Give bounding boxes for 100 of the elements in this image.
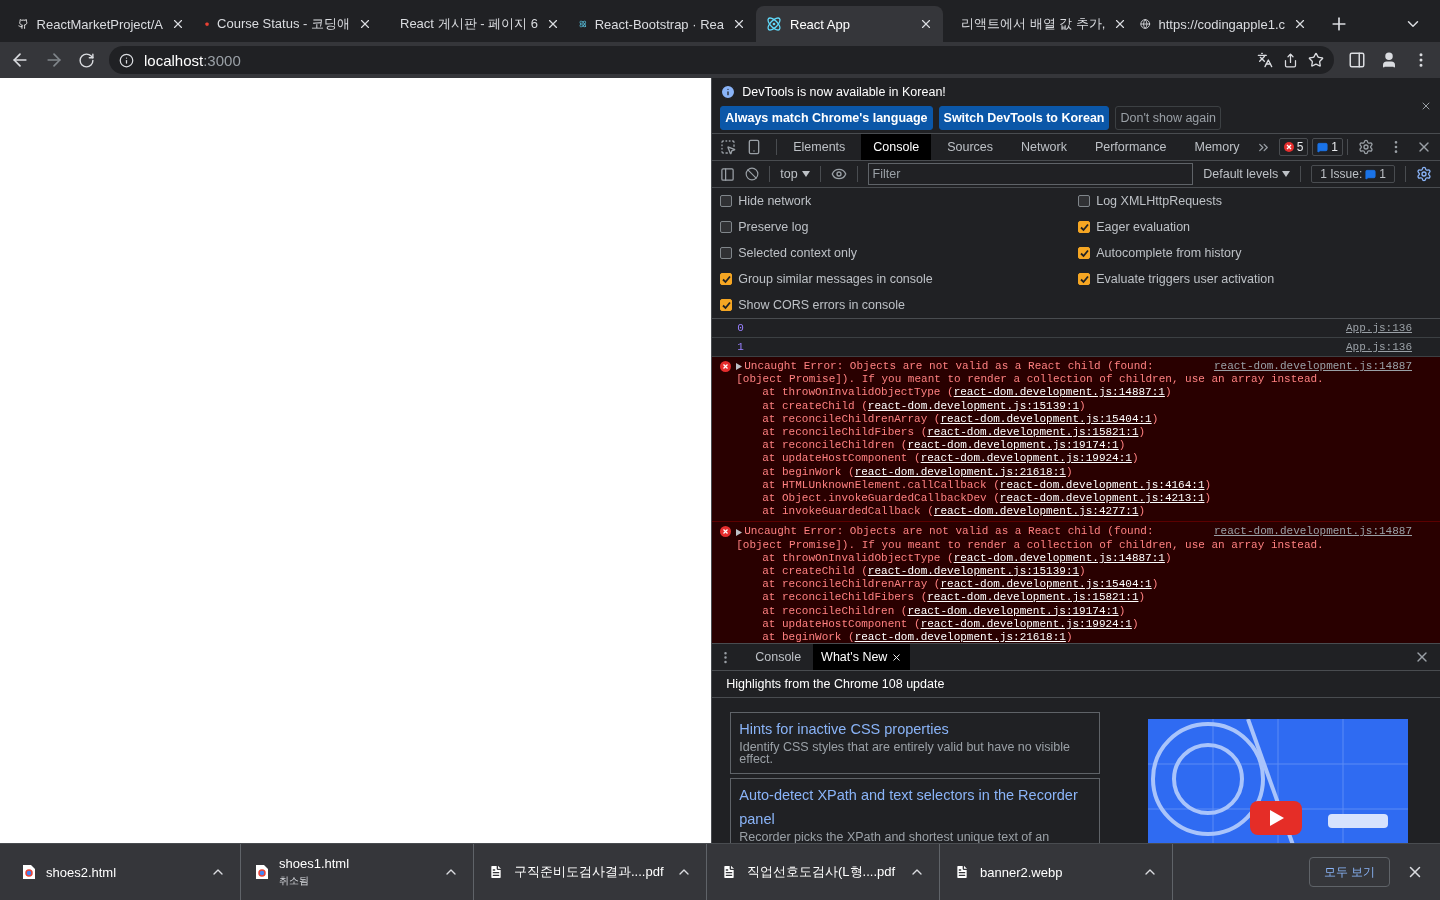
stack-link[interactable]: react-dom.development.js:4213:1 (999, 492, 1205, 506)
checkbox[interactable] (1078, 221, 1091, 233)
download-item[interactable]: 구직준비도검사결과....pdf (474, 843, 707, 900)
info-button[interactable]: Don't show again (1115, 106, 1221, 130)
reload-icon[interactable] (78, 51, 95, 69)
drawer-tab[interactable]: What's New (813, 644, 911, 670)
address-bar[interactable]: localhost:3000 (109, 46, 1334, 74)
checkbox[interactable] (720, 221, 733, 233)
setting-option[interactable]: Group similar messages in console (720, 266, 1079, 292)
browser-tab[interactable]: React 게시판 - 페이지 6 (382, 6, 569, 42)
clear-icon[interactable] (745, 167, 760, 181)
panel-tab[interactable]: Network (1009, 134, 1079, 160)
show-all-button[interactable]: 모두 보기 (1308, 857, 1390, 887)
panel-tab[interactable]: Console (861, 134, 932, 160)
checkbox[interactable] (1078, 247, 1091, 259)
levels-dropdown[interactable]: Default levels (1203, 167, 1291, 181)
close-icon[interactable] (358, 17, 372, 31)
checkbox[interactable] (720, 273, 733, 285)
error-icon (1283, 142, 1294, 152)
stack-link[interactable]: react-dom.development.js:21618:1 (854, 631, 1066, 643)
browser-tab[interactable]: 리액트에서 배열 값 추가, (943, 6, 1130, 42)
info-button[interactable]: Always match Chrome's language (720, 106, 933, 130)
setting-option[interactable]: Eager evaluation (1078, 214, 1432, 240)
side-panel-icon[interactable] (1348, 51, 1366, 69)
settings-icon[interactable] (1358, 139, 1374, 155)
panel-tab[interactable]: Sources (935, 134, 1006, 160)
checkbox[interactable] (720, 247, 733, 259)
setting-option[interactable]: Evaluate triggers user activation (1078, 266, 1432, 292)
checkbox[interactable] (1078, 273, 1091, 285)
error-text: Uncaught Error: Objects are not valid as a React child (found: (744, 360, 1154, 374)
filter-field[interactable]: Filter (867, 163, 1194, 185)
source-link[interactable]: react-dom.development.js:14887 (1213, 360, 1412, 374)
close-icon[interactable] (1293, 17, 1307, 31)
stack-link[interactable]: react-dom.development.js:4277:1 (933, 505, 1139, 519)
stack-link[interactable]: react-dom.development.js:15821:1 (927, 426, 1139, 440)
checkbox[interactable] (1078, 195, 1091, 207)
stack-link[interactable]: react-dom.development.js:19924:1 (920, 617, 1132, 632)
panel-tab[interactable]: Performance (1082, 134, 1179, 160)
close-icon[interactable] (1420, 100, 1432, 112)
issues-button[interactable]: 1 Issue: 1 (1311, 165, 1395, 183)
stack-link[interactable]: react-dom.development.js:15139:1 (867, 565, 1080, 579)
eye-icon[interactable] (830, 166, 847, 182)
browser-tab[interactable]: ReactMarketProject/A (8, 6, 195, 42)
translate-icon[interactable] (1257, 52, 1273, 68)
error-counter[interactable]: 5 (1278, 138, 1309, 156)
stack-link[interactable]: react-dom.development.js:15821:1 (927, 591, 1139, 605)
stack-link[interactable]: react-dom.development.js:14887:1 (953, 386, 1165, 400)
setting-option[interactable]: Selected context only (720, 240, 1079, 266)
source-link[interactable]: App.js:136 (1346, 322, 1412, 334)
file-name: banner2.webp (980, 864, 1064, 880)
feature-link[interactable]: Auto-detect XPath and text selectors in the Recorder panel (739, 783, 1092, 831)
stack-link[interactable]: react-dom.development.js:21618:1 (854, 465, 1066, 479)
stack-link[interactable]: react-dom.development.js:4164:1 (999, 478, 1205, 493)
inspect-icon[interactable] (720, 139, 737, 155)
source-link[interactable]: App.js:136 (1346, 341, 1412, 353)
download-item[interactable]: shoes1.html 취소됨 (241, 843, 474, 900)
expand-icon[interactable] (736, 363, 743, 371)
feature-link[interactable]: Hints for inactive CSS properties (739, 717, 1092, 741)
message-counter[interactable]: 1 (1312, 138, 1343, 156)
browser-tab[interactable]: https://codingapple1.c (1130, 6, 1317, 42)
browser-tab[interactable]: Course Status - 코딩애 (195, 6, 382, 42)
stack-frame: at updateHostComponent ( (762, 617, 921, 632)
context-dropdown[interactable]: top (780, 167, 810, 181)
stack-link[interactable]: react-dom.development.js:14887:1 (953, 551, 1165, 566)
stack-frame: ) (1151, 578, 1159, 592)
checkbox[interactable] (720, 195, 733, 207)
caret-icon (801, 171, 810, 177)
settings-icon[interactable] (1416, 166, 1432, 182)
panel-tab[interactable]: Memory (1182, 134, 1252, 160)
setting-option[interactable]: Show CORS errors in console (720, 292, 1079, 318)
panel-tab[interactable]: Elements (781, 134, 858, 160)
download-item[interactable]: shoes2.html (8, 843, 241, 900)
share-icon[interactable] (1283, 52, 1298, 68)
info-button[interactable]: Switch DevTools to Korean (938, 106, 1110, 130)
setting-option[interactable]: Preserve log (720, 214, 1079, 240)
source-link[interactable]: react-dom.development.js:14887 (1213, 525, 1412, 539)
close-icon[interactable] (732, 17, 746, 31)
stack-link[interactable]: react-dom.development.js:15139:1 (867, 399, 1080, 413)
sidebar-icon[interactable] (720, 166, 736, 182)
browser-tab[interactable]: React-Bootstrap · Rea (569, 6, 756, 42)
star-icon[interactable] (1308, 52, 1324, 68)
setting-option[interactable]: Hide network (720, 188, 1079, 214)
setting-option[interactable]: Autocomplete from history (1078, 240, 1432, 266)
stack-link[interactable]: react-dom.development.js:19174:1 (907, 439, 1119, 453)
download-item[interactable]: 직업선호도검사(L형....pdf (707, 843, 940, 900)
stack-frame: at beginWork ( (762, 465, 855, 479)
stack-link[interactable]: react-dom.development.js:19924:1 (920, 452, 1132, 466)
close-icon[interactable] (171, 17, 185, 31)
browser-tab[interactable]: React App (756, 6, 943, 42)
close-icon[interactable] (891, 651, 903, 663)
close-icon[interactable] (919, 17, 933, 31)
expand-icon[interactable] (736, 528, 743, 536)
profile-icon[interactable] (1380, 51, 1398, 69)
drawer-tab[interactable]: Console (747, 644, 810, 670)
download-item[interactable]: banner2.webp (940, 843, 1173, 900)
setting-option[interactable]: Log XMLHttpRequests (1078, 188, 1432, 214)
stack-link[interactable]: react-dom.development.js:19174:1 (907, 604, 1119, 618)
stack-link[interactable]: react-dom.development.js:15404:1 (940, 412, 1152, 426)
checkbox[interactable] (720, 299, 733, 311)
stack-link[interactable]: react-dom.development.js:15404:1 (940, 578, 1152, 592)
